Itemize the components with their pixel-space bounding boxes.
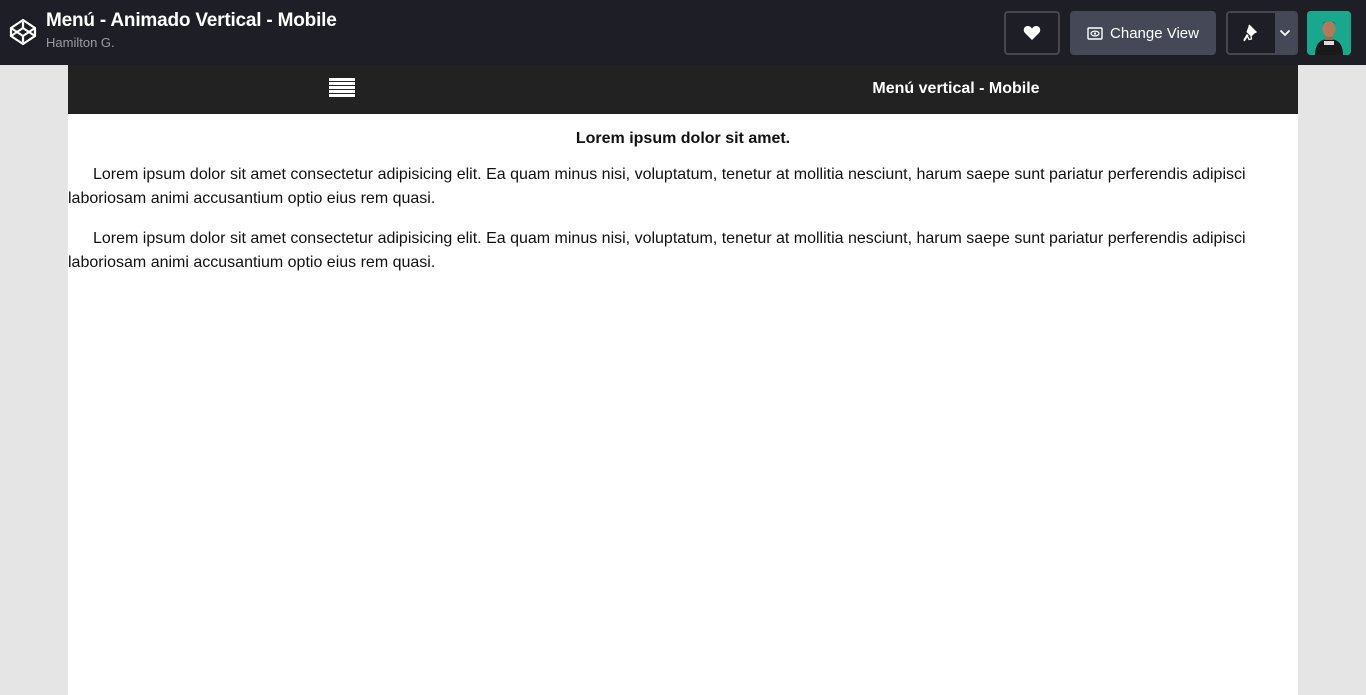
eye-icon xyxy=(1087,26,1103,40)
page-content: Lorem ipsum dolor sit amet. Lorem ipsum … xyxy=(68,114,1298,275)
pen-preview: Menú vertical - Mobile Lorem ipsum dolor… xyxy=(68,65,1298,695)
content-heading: Lorem ipsum dolor sit amet. xyxy=(575,130,791,147)
chevron-down-icon xyxy=(1280,29,1291,37)
hamburger-menu-icon[interactable] xyxy=(329,78,355,99)
pin-icon xyxy=(1243,24,1258,42)
pen-title-block: Menú - Animado Vertical - Mobile Hamilto… xyxy=(46,9,337,51)
change-view-label: Change View xyxy=(1110,24,1199,42)
change-view-button[interactable]: Change View xyxy=(1070,11,1216,55)
pen-author[interactable]: Hamilton G. xyxy=(46,35,337,51)
codepen-header: Menú - Animado Vertical - Mobile Hamilto… xyxy=(0,0,1366,65)
pin-button-group xyxy=(1226,11,1298,55)
heart-icon xyxy=(1023,26,1041,40)
pin-button[interactable] xyxy=(1228,13,1275,53)
pin-dropdown-button[interactable] xyxy=(1274,13,1296,53)
pen-title: Menú - Animado Vertical - Mobile xyxy=(46,10,337,31)
nav-title: Menú vertical - Mobile xyxy=(872,80,1040,97)
content-paragraph: Lorem ipsum dolor sit amet consectetur a… xyxy=(68,230,1246,271)
content-paragraph: Lorem ipsum dolor sit amet consectetur a… xyxy=(68,166,1246,207)
heart-button[interactable] xyxy=(1004,11,1060,55)
user-avatar[interactable] xyxy=(1307,11,1351,55)
mobile-navbar: Menú vertical - Mobile xyxy=(68,65,1298,114)
codepen-logo-icon[interactable] xyxy=(7,16,39,48)
